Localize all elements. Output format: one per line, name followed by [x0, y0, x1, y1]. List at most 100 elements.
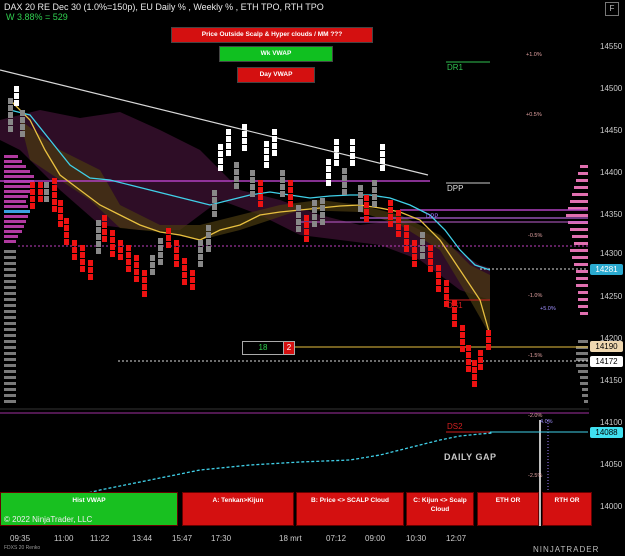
eth-or-button[interactable]: ETH OR — [477, 492, 539, 526]
renko-brick — [134, 269, 139, 275]
price-tick: 14100 — [600, 418, 623, 427]
current-price-tag: 14172 — [590, 356, 623, 367]
price-tick: 14250 — [600, 292, 623, 301]
pct-minus-2-5: -2.5% — [528, 473, 543, 479]
renko-brick — [472, 360, 477, 366]
renko-brick — [350, 146, 355, 152]
renko-brick — [326, 166, 331, 172]
renko-brick — [466, 352, 471, 358]
dpp-label: DPP — [447, 184, 464, 193]
renko-brick — [190, 277, 195, 283]
renko-brick — [326, 173, 331, 179]
renko-brick — [14, 93, 19, 99]
renko-brick — [110, 244, 115, 250]
renko-brick — [428, 259, 433, 265]
time-tick: 11:22 — [90, 534, 110, 543]
time-tick: 09:00 — [365, 534, 386, 543]
renko-brick — [190, 284, 195, 290]
renko-brick — [226, 129, 231, 135]
renko-brick — [460, 346, 465, 352]
renko-brick — [118, 254, 123, 260]
renko-brick — [234, 162, 239, 168]
renko-brick — [102, 215, 107, 221]
day-vwap-banner: Day VWAP — [237, 67, 315, 83]
renko-brick — [44, 182, 49, 188]
renko-brick — [58, 221, 63, 227]
renko-brick — [296, 205, 301, 211]
pct-minus-0-5: -0.5% — [528, 233, 543, 239]
renko-brick — [158, 245, 163, 251]
time-tick: 18 mrt — [279, 534, 302, 543]
renko-brick — [396, 224, 401, 230]
renko-brick — [174, 254, 179, 260]
renko-brick — [20, 124, 25, 130]
renko-brick — [478, 364, 483, 370]
renko-brick — [142, 284, 147, 290]
kijun-scalp-cloud-button[interactable]: C: Kijun <> Scalp Cloud — [406, 492, 474, 526]
price-tick: 14300 — [600, 249, 623, 258]
renko-brick — [30, 203, 35, 209]
renko-brick — [272, 136, 277, 142]
renko-brick — [334, 153, 339, 159]
dr1-label: DR1 — [447, 63, 464, 72]
renko-brick — [72, 247, 77, 253]
brick-counter: 18 — [242, 341, 284, 355]
renko-brick — [478, 357, 483, 363]
renko-brick — [412, 261, 417, 267]
price-tick: 14050 — [600, 460, 623, 469]
renko-brick — [296, 226, 301, 232]
price-scalp-cloud-button[interactable]: B: Price <> SCALP Cloud — [296, 492, 404, 526]
renko-brick — [218, 165, 223, 171]
renko-brick — [88, 274, 93, 280]
renko-brick — [472, 374, 477, 380]
renko-brick — [52, 199, 57, 205]
tpo-profile-right-grey — [576, 340, 588, 403]
renko-brick — [142, 291, 147, 297]
renko-brick — [380, 151, 385, 157]
window-title: DAX 20 RE Dec 30 (1.0%=150p), EU Daily %… — [4, 2, 324, 12]
renko-brick — [212, 211, 217, 217]
renko-brick — [264, 148, 269, 154]
tpo-profile-left — [4, 155, 34, 243]
renko-brick — [372, 194, 377, 200]
renko-brick — [174, 247, 179, 253]
renko-brick — [486, 337, 491, 343]
renko-brick — [80, 259, 85, 265]
time-tick: 17:30 — [211, 534, 232, 543]
tenkan-kijun-button[interactable]: A: Tenkan>Kijun — [182, 492, 294, 526]
lower-panel-price-tag: 14088 — [590, 427, 623, 438]
renko-brick — [158, 259, 163, 265]
renko-brick — [364, 195, 369, 201]
renko-brick — [198, 261, 203, 267]
renko-brick — [20, 110, 25, 116]
renko-brick — [14, 86, 19, 92]
renko-brick — [126, 245, 131, 251]
renko-brick — [372, 201, 377, 207]
renko-brick — [102, 229, 107, 235]
renko-brick — [80, 266, 85, 272]
renko-brick — [342, 189, 347, 195]
weekly-range-readout: W 3.88% = 529 — [6, 12, 68, 22]
last-cyan-price-tag: 14281 — [590, 264, 623, 275]
chart-menu-icon[interactable]: F — [605, 2, 619, 16]
renko-brick — [126, 259, 131, 265]
renko-brick — [436, 286, 441, 292]
renko-brick — [142, 270, 147, 276]
renko-brick — [334, 160, 339, 166]
renko-brick — [272, 143, 277, 149]
renko-brick — [96, 248, 101, 254]
renko-brick — [182, 279, 187, 285]
renko-brick — [52, 178, 57, 184]
renko-brick — [198, 254, 203, 260]
renko-brick — [182, 258, 187, 264]
renko-brick — [452, 321, 457, 327]
renko-brick — [206, 239, 211, 245]
renko-brick — [8, 112, 13, 118]
renko-brick — [52, 206, 57, 212]
renko-brick — [466, 345, 471, 351]
renko-brick — [280, 184, 285, 190]
time-tick: 07:12 — [326, 534, 347, 543]
renko-brick — [58, 214, 63, 220]
rth-or-button[interactable]: RTH OR — [542, 492, 592, 526]
renko-brick — [420, 232, 425, 238]
